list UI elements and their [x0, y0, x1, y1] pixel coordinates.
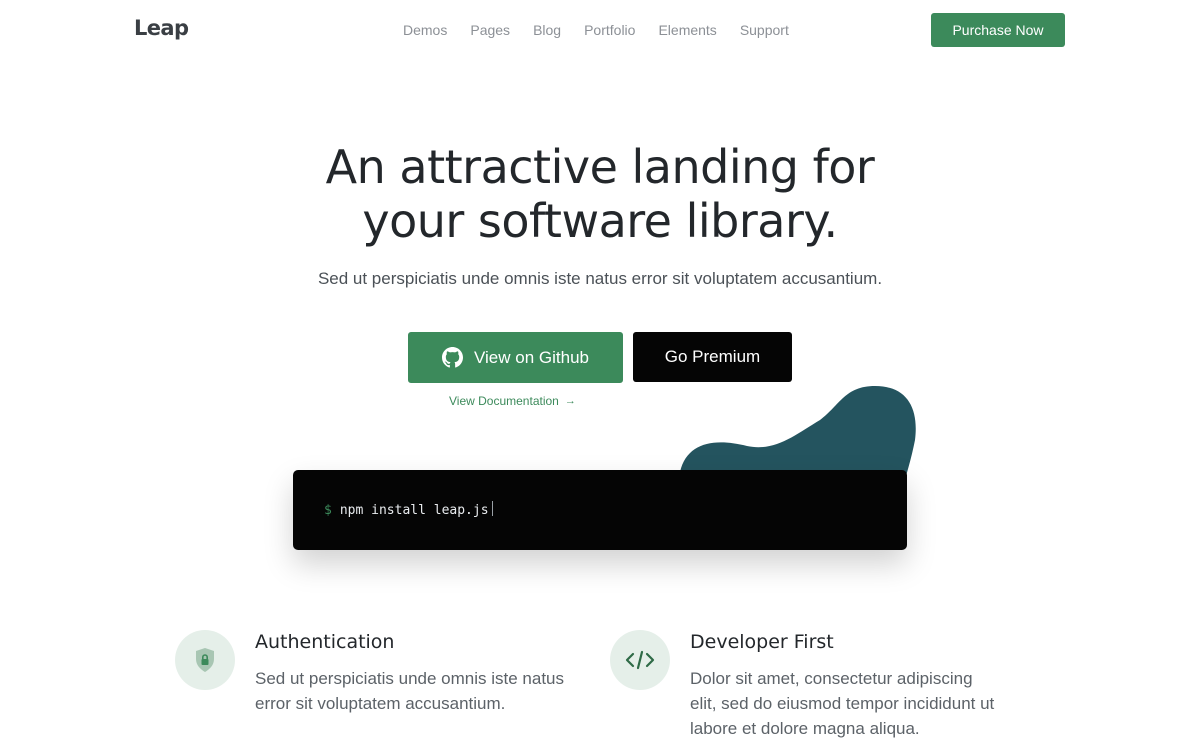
top-navbar: Leap Demos Pages Blog Portfolio Elements…: [0, 0, 1200, 60]
feature-description: Dolor sit amet, consectetur adipiscing e…: [690, 669, 995, 738]
github-icon: [442, 347, 463, 368]
docs-link-label: View Documentation: [449, 394, 559, 408]
arrow-right-icon: →: [564, 395, 576, 407]
hero-title-line-2: your software library.: [362, 194, 838, 248]
decorative-blob: [680, 386, 916, 480]
nav-link-demos[interactable]: Demos: [403, 22, 447, 38]
code-icon: [610, 630, 670, 690]
text-cursor: [491, 501, 493, 516]
view-documentation-link[interactable]: View Documentation →: [449, 394, 576, 408]
hero-title: An attractive landing for your software …: [0, 140, 1200, 248]
nav-link-blog[interactable]: Blog: [533, 22, 561, 38]
shield-lock-icon: [175, 630, 235, 690]
feature-description: Sed ut perspiciatis unde omnis iste natu…: [255, 669, 565, 713]
terminal-prompt: $: [324, 503, 332, 518]
terminal-command-line: $ npm install leap.js: [324, 501, 493, 518]
nav-link-elements[interactable]: Elements: [658, 22, 716, 38]
nav-link-portfolio[interactable]: Portfolio: [584, 22, 635, 38]
purchase-now-button[interactable]: Purchase Now: [931, 13, 1065, 47]
go-premium-button[interactable]: Go Premium: [633, 332, 792, 382]
feature-title: Authentication: [255, 631, 395, 653]
feature-title: Developer First: [690, 631, 834, 653]
logo[interactable]: Leap: [134, 16, 189, 40]
github-button-label: View on Github: [474, 347, 589, 367]
nav-link-support[interactable]: Support: [740, 22, 789, 38]
hero-subtitle: Sed ut perspiciatis unde omnis iste natu…: [317, 269, 883, 288]
view-on-github-button[interactable]: View on Github: [408, 332, 623, 383]
nav-links: Demos Pages Blog Portfolio Elements Supp…: [403, 22, 812, 38]
install-terminal: $ npm install leap.js: [293, 470, 907, 550]
nav-link-pages[interactable]: Pages: [470, 22, 510, 38]
hero-title-line-1: An attractive landing for: [325, 140, 875, 194]
terminal-command: npm install leap.js: [339, 503, 489, 518]
